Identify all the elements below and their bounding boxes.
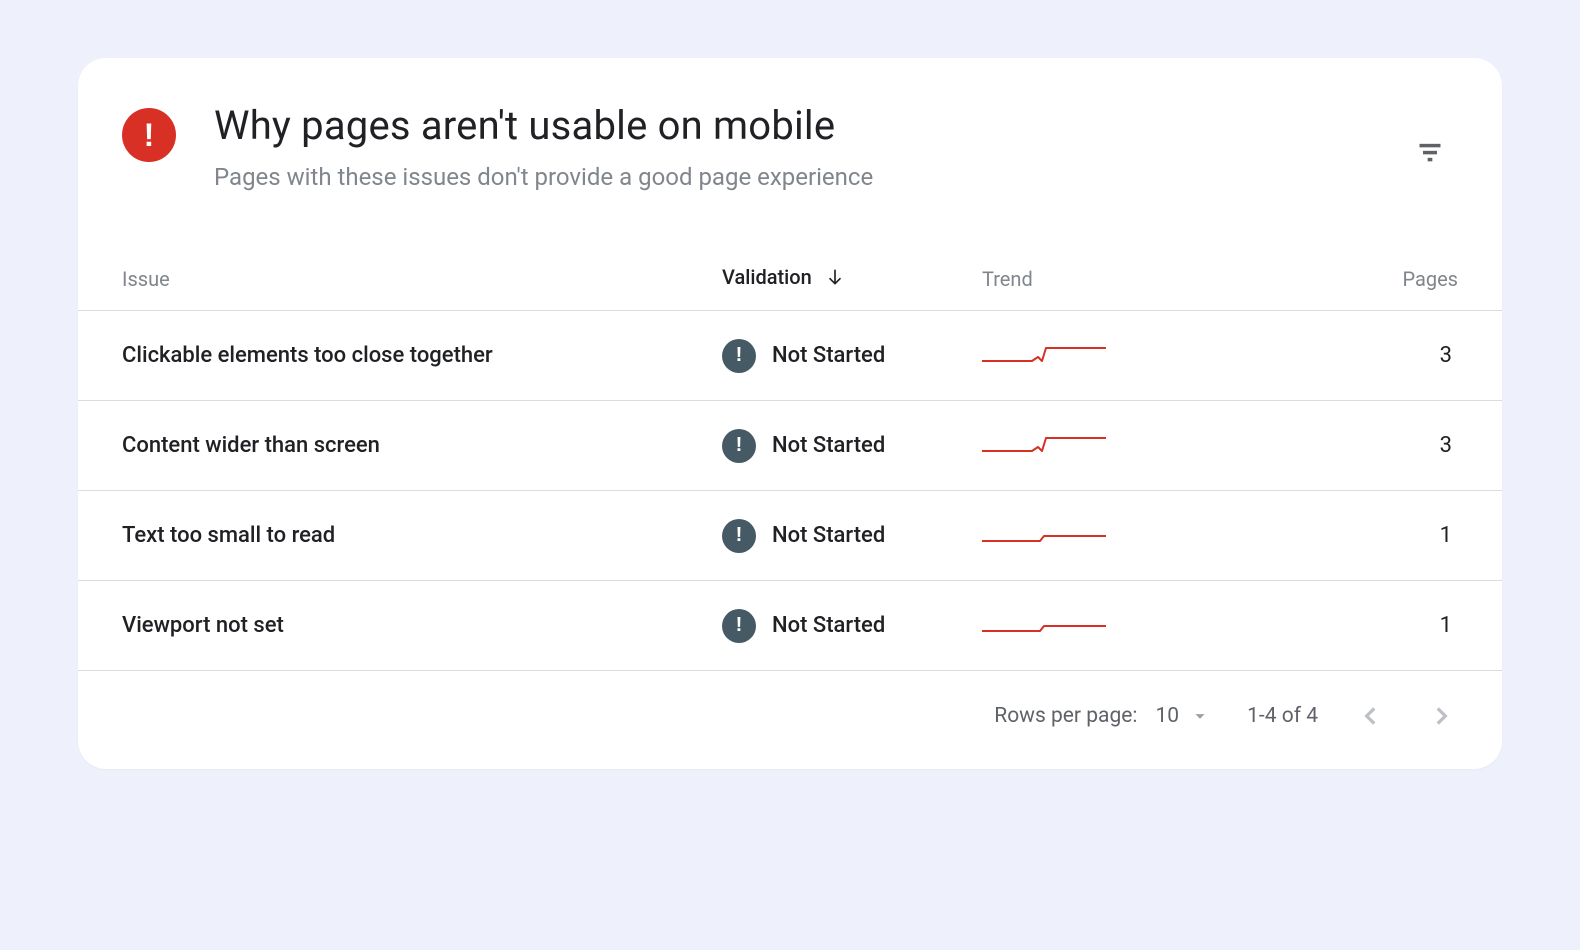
- error-icon: !: [122, 108, 176, 162]
- table-header-row: Issue Validation Trend Pages: [78, 247, 1502, 311]
- issue-name: Viewport not set: [122, 613, 722, 638]
- issue-name: Content wider than screen: [122, 433, 722, 458]
- table-row[interactable]: Viewport not set! Not Started 1: [78, 581, 1502, 671]
- trend-sparkline: [982, 343, 1106, 369]
- card-header: ! Why pages aren't usable on mobile Page…: [78, 58, 1502, 201]
- column-header-pages[interactable]: Pages: [1212, 267, 1458, 291]
- prev-page-button[interactable]: [1354, 699, 1388, 733]
- issue-name: Text too small to read: [122, 523, 722, 548]
- rows-per-page-select[interactable]: 10: [1155, 704, 1211, 728]
- issues-card: ! Why pages aren't usable on mobile Page…: [78, 58, 1502, 769]
- trend-sparkline: [982, 523, 1106, 549]
- card-title: Why pages aren't usable on mobile: [214, 102, 1408, 149]
- validation-status-label: Not Started: [772, 433, 885, 458]
- chevron-left-icon: [1358, 703, 1384, 729]
- dropdown-icon: [1189, 705, 1211, 727]
- validation-cell: ! Not Started: [722, 609, 982, 643]
- issue-name: Clickable elements too close together: [122, 343, 722, 368]
- validation-cell: ! Not Started: [722, 429, 982, 463]
- filter-button[interactable]: [1408, 132, 1452, 172]
- validation-status-icon: !: [722, 339, 756, 373]
- validation-status-label: Not Started: [772, 613, 885, 638]
- page-range: 1-4 of 4: [1247, 704, 1318, 728]
- table-row[interactable]: Content wider than screen! Not Started 3: [78, 401, 1502, 491]
- pages-count: 3: [1212, 343, 1458, 368]
- table-row[interactable]: Clickable elements too close together! No…: [78, 311, 1502, 401]
- rows-per-page-value: 10: [1155, 704, 1179, 728]
- trend-cell: [982, 613, 1212, 639]
- validation-status-label: Not Started: [772, 343, 885, 368]
- validation-status-icon: !: [722, 429, 756, 463]
- column-header-trend[interactable]: Trend: [982, 267, 1212, 291]
- pages-count: 1: [1212, 613, 1458, 638]
- rows-per-page-label: Rows per page:: [994, 704, 1137, 728]
- sort-descending-icon: [825, 267, 845, 292]
- validation-status-icon: !: [722, 519, 756, 553]
- trend-sparkline: [982, 613, 1106, 639]
- validation-cell: ! Not Started: [722, 519, 982, 553]
- filter-icon: [1416, 138, 1444, 166]
- trend-cell: [982, 523, 1212, 549]
- pagination-bar: Rows per page: 10 1-4 of 4: [78, 671, 1502, 769]
- chevron-right-icon: [1428, 703, 1454, 729]
- validation-cell: ! Not Started: [722, 339, 982, 373]
- trend-cell: [982, 433, 1212, 459]
- column-header-issue[interactable]: Issue: [122, 267, 722, 291]
- column-header-validation[interactable]: Validation: [722, 265, 982, 291]
- next-page-button[interactable]: [1424, 699, 1458, 733]
- rows-per-page: Rows per page: 10: [994, 704, 1211, 728]
- column-header-validation-label: Validation: [722, 265, 812, 289]
- pages-count: 3: [1212, 433, 1458, 458]
- trend-cell: [982, 343, 1212, 369]
- validation-status-label: Not Started: [772, 523, 885, 548]
- pages-count: 1: [1212, 523, 1458, 548]
- table-row[interactable]: Text too small to read! Not Started 1: [78, 491, 1502, 581]
- issues-table: Issue Validation Trend Pages Clickable e…: [78, 247, 1502, 671]
- trend-sparkline: [982, 433, 1106, 459]
- validation-status-icon: !: [722, 609, 756, 643]
- header-text: Why pages aren't usable on mobile Pages …: [214, 102, 1408, 191]
- card-subtitle: Pages with these issues don't provide a …: [214, 163, 1408, 191]
